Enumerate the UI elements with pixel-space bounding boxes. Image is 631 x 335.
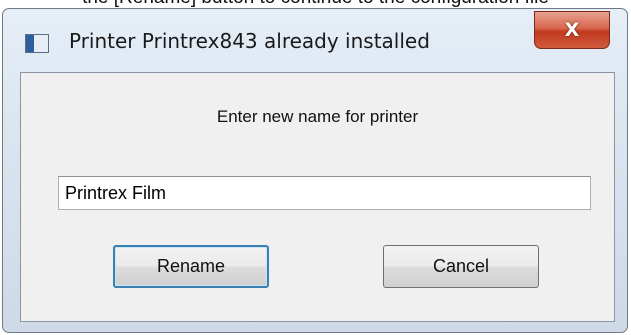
dialog-content: Enter new name for printer Rename Cancel	[20, 72, 615, 322]
dialog-window: Printer Printrex843 already installed X …	[2, 8, 628, 333]
close-icon: X	[564, 19, 580, 41]
close-button[interactable]: X	[534, 11, 610, 49]
cancel-button[interactable]: Cancel	[383, 245, 539, 288]
window-title: Printer Printrex843 already installed	[69, 29, 430, 53]
window-icon	[25, 34, 49, 53]
printer-name-input[interactable]	[58, 176, 591, 210]
rename-button[interactable]: Rename	[113, 245, 269, 288]
prompt-label: Enter new name for printer	[216, 107, 419, 126]
title-bar[interactable]: Printer Printrex843 already installed X	[3, 9, 627, 55]
